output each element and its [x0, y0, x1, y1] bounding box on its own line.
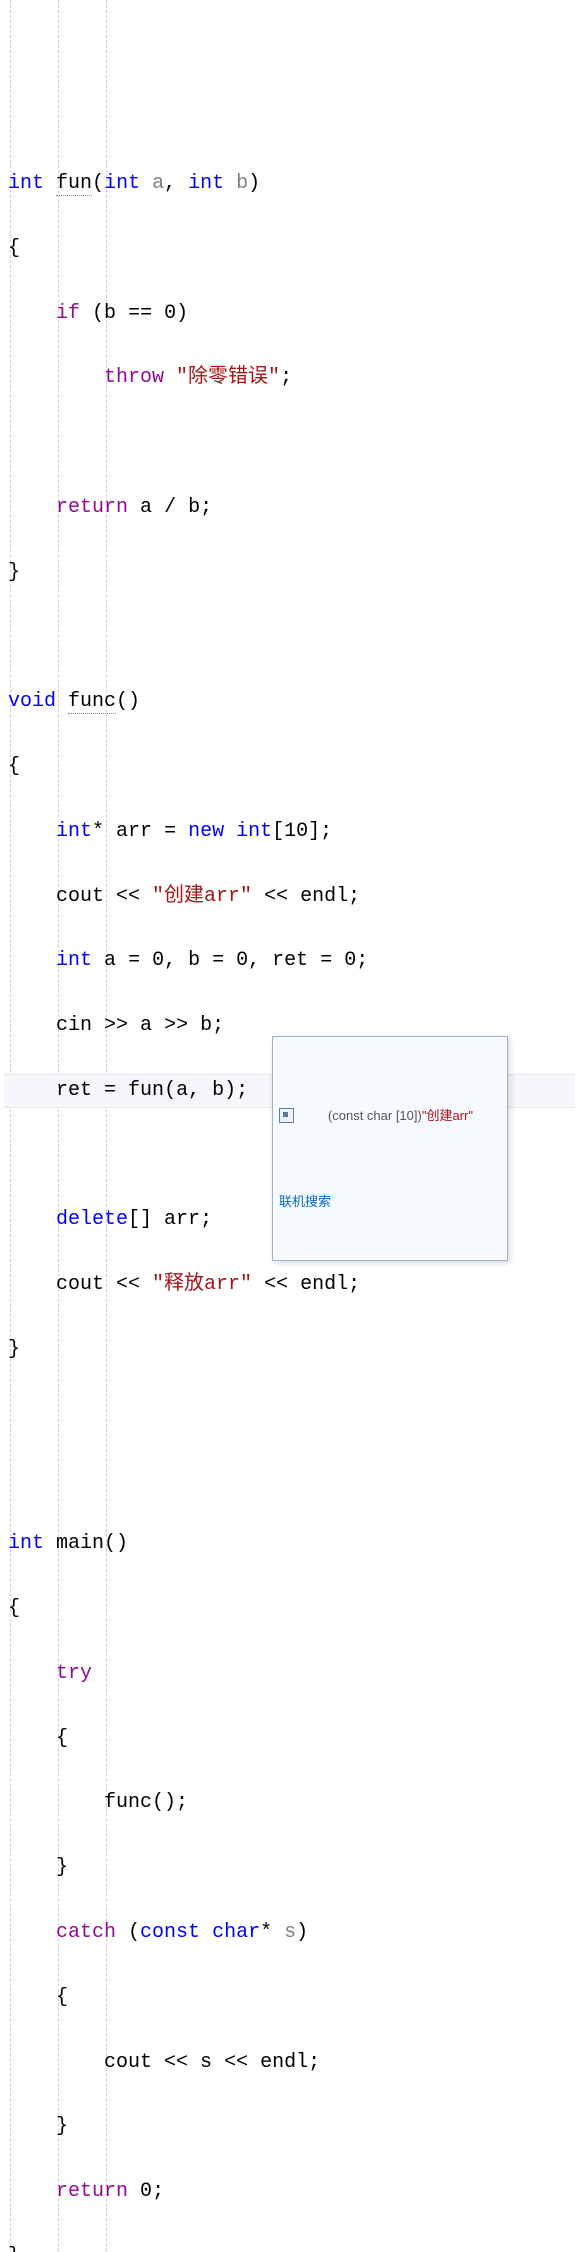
keyword-delete: delete — [56, 1208, 128, 1231]
string-literal: "释放arr" — [152, 1273, 252, 1296]
code-line: } — [4, 2111, 575, 2143]
keyword-return: return — [56, 2180, 128, 2203]
intellisense-tooltip[interactable]: (const char [10])"创建arr" 联机搜索 — [272, 1036, 508, 1261]
keyword-int: int — [56, 820, 92, 843]
var-b: b — [188, 496, 200, 519]
var-b: b — [200, 1014, 212, 1037]
op-eq: == — [128, 302, 152, 325]
tooltip-string-text: "创建arr" — [422, 1108, 473, 1123]
code-line: func(); — [4, 1787, 575, 1819]
code-line: cout << "释放arr" << endl; — [4, 1269, 575, 1301]
num-ten: 10 — [284, 820, 308, 843]
arg-b: b — [212, 1079, 224, 1102]
var-arr: arr — [164, 1208, 200, 1231]
num-zero: 0 — [140, 2180, 152, 2203]
num-zero: 0 — [344, 949, 356, 972]
tooltip-search-link[interactable]: 联机搜索 — [279, 1191, 501, 1212]
keyword-if: if — [56, 302, 80, 325]
keyword-int: int — [56, 949, 92, 972]
endl: endl — [300, 1273, 348, 1296]
string-literal: "创建arr" — [152, 885, 252, 908]
var-a: a — [140, 1014, 152, 1037]
num-zero: 0 — [164, 302, 176, 325]
keyword-catch: catch — [56, 1921, 116, 1944]
num-zero: 0 — [152, 949, 164, 972]
code-line: } — [4, 557, 575, 589]
code-line — [4, 1464, 575, 1496]
keyword-int: int — [8, 1532, 44, 1555]
code-line: } — [4, 2241, 575, 2252]
code-line: try — [4, 1658, 575, 1690]
code-line: { — [4, 1593, 575, 1625]
code-line: throw "除零错误"; — [4, 362, 575, 394]
code-line: cout << "创建arr" << endl; — [4, 881, 575, 913]
code-line: { — [4, 751, 575, 783]
cout: cout — [56, 885, 104, 908]
var-b: b — [188, 949, 200, 972]
param-s: s — [284, 1921, 296, 1944]
code-line: } — [4, 1334, 575, 1366]
keyword-char: char — [212, 1921, 260, 1944]
var-a: a — [140, 496, 152, 519]
call-fun: fun — [128, 1079, 164, 1102]
keyword-void: void — [8, 690, 56, 713]
code-line: { — [4, 233, 575, 265]
code-line: int fun(int a, int b) — [4, 168, 575, 200]
code-line: int* arr = new int[10]; — [4, 816, 575, 848]
var-a: a — [104, 949, 116, 972]
endl: endl — [300, 885, 348, 908]
indent-guide — [10, 0, 11, 2252]
keyword-return: return — [56, 496, 128, 519]
tooltip-type-text: (const char [10]) — [328, 1108, 422, 1123]
cout: cout — [56, 1273, 104, 1296]
arg-a: a — [176, 1079, 188, 1102]
function-name: func — [68, 690, 116, 714]
keyword-const: const — [140, 1921, 200, 1944]
keyword-new: new — [188, 820, 224, 843]
cout: cout — [104, 2051, 152, 2074]
keyword-int: int — [188, 172, 224, 195]
code-line: } — [4, 1852, 575, 1884]
code-line: cout << s << endl; — [4, 2047, 575, 2079]
indent-guide — [58, 0, 59, 2252]
keyword-int: int — [8, 172, 44, 195]
code-line: return a / b; — [4, 492, 575, 524]
op-div: / — [164, 496, 176, 519]
keyword-throw: throw — [104, 366, 164, 389]
param-b: b — [236, 172, 248, 195]
code-line — [4, 1399, 575, 1431]
code-line: catch (const char* s) — [4, 1917, 575, 1949]
code-line: int a = 0, b = 0, ret = 0; — [4, 945, 575, 977]
code-line: int main() — [4, 1528, 575, 1560]
num-zero: 0 — [236, 949, 248, 972]
tooltip-type-icon — [279, 1108, 294, 1123]
var-b: b — [104, 302, 116, 325]
var-ret: ret — [272, 949, 308, 972]
code-line: { — [4, 1723, 575, 1755]
keyword-int: int — [104, 172, 140, 195]
code-line — [4, 621, 575, 653]
code-line: return 0; — [4, 2176, 575, 2208]
code-line: { — [4, 1982, 575, 2014]
indent-guide — [106, 0, 107, 2252]
cin: cin — [56, 1014, 92, 1037]
code-line — [4, 427, 575, 459]
code-line: if (b == 0) — [4, 298, 575, 330]
code-editor: int fun(int a, int b) { if (b == 0) thro… — [0, 0, 577, 2252]
var-ret: ret — [56, 1079, 92, 1102]
param-a: a — [152, 172, 164, 195]
function-name: main — [56, 1532, 104, 1555]
call-func: func — [104, 1791, 152, 1814]
keyword-int: int — [236, 820, 272, 843]
function-name: fun — [56, 172, 92, 196]
keyword-try: try — [56, 1662, 92, 1685]
endl: endl — [260, 2051, 308, 2074]
var-arr: arr — [116, 820, 152, 843]
code-line: void func() — [4, 686, 575, 718]
string-literal: "除零错误" — [176, 366, 280, 389]
var-s: s — [200, 2051, 212, 2074]
